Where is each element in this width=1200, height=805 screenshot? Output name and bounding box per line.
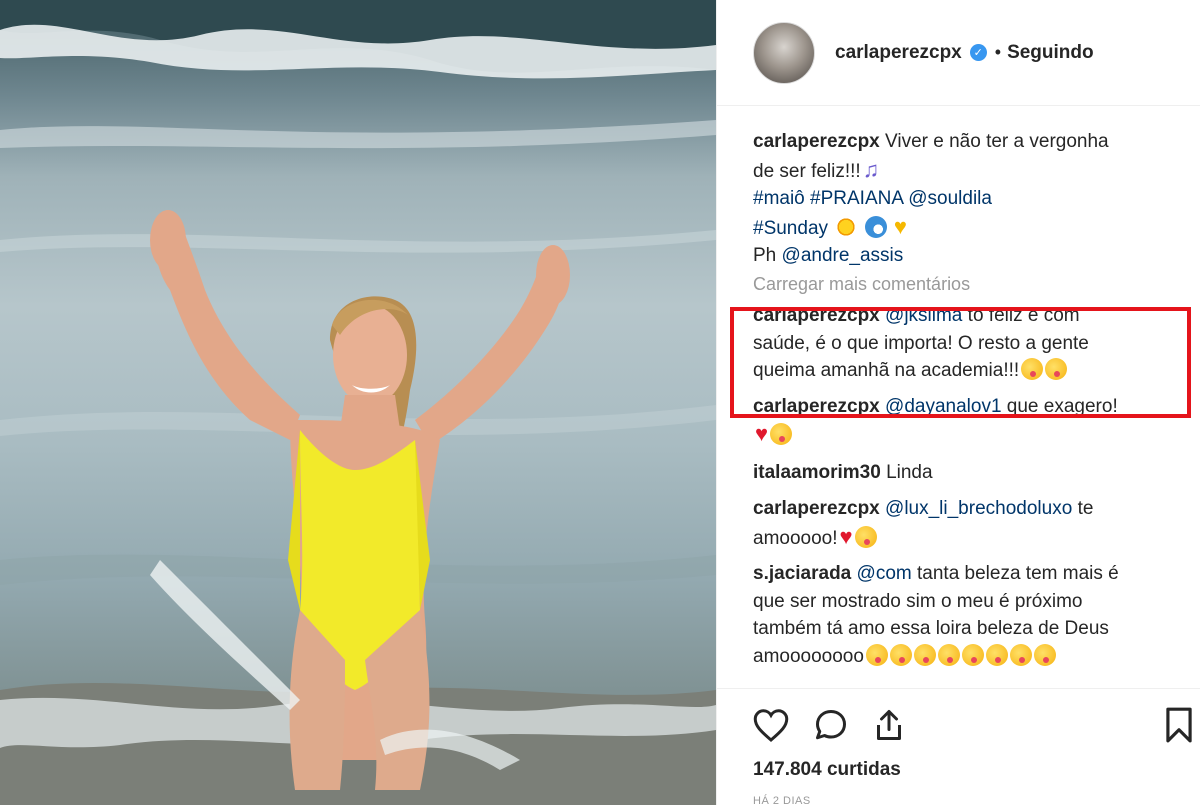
wink-tongue-emoji-icon — [961, 643, 984, 666]
mention-link[interactable]: @dayanalov1 — [885, 396, 1001, 417]
wink-tongue-emoji-icon — [1045, 358, 1068, 380]
comment-text: tô feliz e com — [967, 305, 1080, 326]
comment-username[interactable]: carlaperezcpx — [753, 396, 880, 417]
wink-tongue-emoji-icon — [937, 643, 960, 666]
comment-text: queima amanhã na academia!!! — [753, 360, 1020, 381]
wave-emoji-icon — [864, 215, 887, 238]
comment-item: s.jaciarada @com tanta beleza tem mais é… — [753, 560, 1173, 670]
load-more-comments-link[interactable]: Carregar mais comentários — [753, 271, 1173, 299]
caption: carlaperezcpx Viver e não ter a vergonha… — [753, 128, 1173, 270]
comment-item: carlaperezcpx @lux_li_brechodoluxo te am… — [753, 495, 1173, 552]
comment-item: carlaperezcpx @dayanalov1 que exagero! ♥ — [753, 393, 1173, 450]
mention-link[interactable]: @com — [857, 563, 912, 584]
comment-text: também tá amo essa loira beleza de Deus — [753, 618, 1109, 639]
yellow-heart-emoji-icon: ♥ — [893, 213, 907, 239]
mention-link[interactable]: @lux_li_brechodoluxo — [885, 498, 1072, 519]
comment-username[interactable]: italaamorim30 — [753, 462, 881, 483]
bookmark-icon[interactable] — [1159, 705, 1199, 745]
comment-text: amooooo! — [753, 527, 838, 549]
comment-text: Linda — [886, 461, 933, 483]
share-icon[interactable] — [869, 705, 909, 745]
mention-link[interactable]: @andre_assis — [782, 245, 904, 266]
wink-tongue-emoji-icon — [985, 643, 1008, 666]
wink-tongue-emoji-icon — [770, 423, 793, 445]
post-actions: 147.804 curtidas HÁ 2 DIAS — [717, 688, 1200, 805]
comment-text: tanta beleza tem mais é — [917, 563, 1119, 584]
following-button[interactable]: Seguindo — [1007, 42, 1094, 64]
wink-tongue-emoji-icon — [854, 525, 877, 548]
header-separator: • — [994, 42, 1002, 62]
comment-item: italaamorim30 Linda — [753, 459, 1173, 487]
comment-text: que exagero! — [1006, 395, 1118, 417]
avatar[interactable] — [753, 21, 815, 84]
post-timestamp: HÁ 2 DIAS — [753, 795, 811, 805]
comment-item: carlaperezcpx @jkslima tô feliz e com sa… — [753, 302, 1173, 385]
red-heart-emoji-icon: ♥ — [839, 523, 853, 549]
hashtag-link[interactable]: #PRAIANA — [810, 188, 903, 209]
comment-text: amoooooooo — [753, 645, 864, 667]
caption-username[interactable]: carlaperezcpx — [753, 131, 880, 152]
comment-username[interactable]: carlaperezcpx — [753, 305, 880, 326]
likes-count[interactable]: 147.804 curtidas — [753, 759, 901, 781]
caption-text: Viver e não ter a vergonha — [885, 131, 1109, 152]
caption-text: de ser feliz!!! — [753, 160, 861, 182]
mention-link[interactable]: @jkslima — [885, 305, 962, 326]
wink-tongue-emoji-icon — [913, 643, 936, 666]
comment-text: te — [1077, 498, 1094, 519]
wink-tongue-emoji-icon — [865, 643, 888, 666]
post-header: carlaperezcpx ✓ • Seguindo — [717, 0, 1200, 106]
red-heart-emoji-icon: ♥ — [755, 421, 769, 446]
comment-icon[interactable] — [811, 705, 851, 745]
comment-username[interactable]: carlaperezcpx — [753, 498, 880, 519]
mention-link[interactable]: @souldila — [908, 188, 992, 209]
post-photo[interactable] — [0, 0, 716, 805]
hashtag-link[interactable]: #maiô — [753, 188, 805, 209]
comment-username[interactable]: s.jaciarada — [753, 563, 851, 584]
header-username[interactable]: carlaperezcpx — [835, 42, 962, 64]
sun-emoji-icon — [835, 215, 858, 238]
wink-tongue-emoji-icon — [1033, 643, 1056, 666]
comment-text: saúde, é o que importa! O resto a gente — [753, 332, 1089, 354]
heart-icon[interactable] — [751, 705, 791, 745]
wink-tongue-emoji-icon — [1009, 643, 1032, 666]
wink-tongue-emoji-icon — [889, 643, 912, 666]
caption-text: Ph — [753, 245, 777, 266]
hashtag-link[interactable]: #Sunday — [753, 218, 828, 239]
post-detail-panel: carlaperezcpx ✓ • Seguindo carlaperezcpx… — [716, 0, 1200, 805]
music-note-emoji-icon: ♫ — [862, 156, 880, 182]
verified-icon: ✓ — [969, 44, 987, 61]
beach-photo-illustration — [0, 0, 716, 805]
comment-text: que ser mostrado sim o meu é próximo — [753, 590, 1083, 612]
wink-tongue-emoji-icon — [1021, 358, 1044, 380]
comments-section: carlaperezcpx Viver e não ter a vergonha… — [753, 128, 1173, 670]
